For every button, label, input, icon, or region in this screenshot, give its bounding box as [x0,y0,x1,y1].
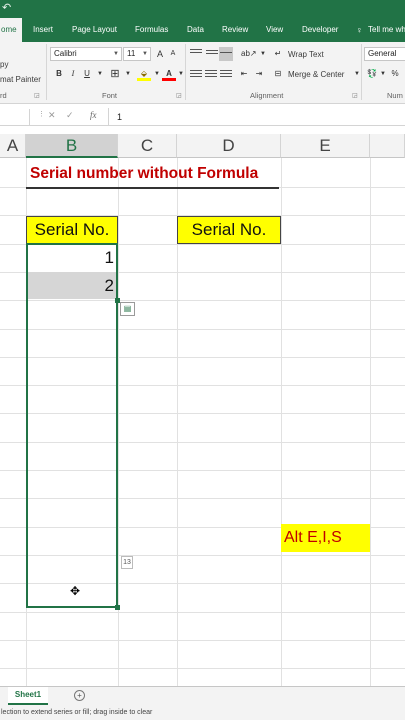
percent-button[interactable]: % [388,67,402,81]
merge-center-button[interactable]: Merge & Center [288,70,344,79]
tab-data[interactable]: Data [187,18,204,42]
chevron-down-icon: ▼ [142,51,148,57]
chevron-down-icon[interactable]: ▼ [93,67,107,81]
number-group-label: Num [387,91,403,100]
divider [185,44,186,100]
tab-page-layout[interactable]: Page Layout [72,18,117,42]
column-header-d[interactable]: D [177,134,281,158]
divider [46,44,47,100]
formula-input[interactable]: 1 [108,108,405,126]
divider [361,44,362,100]
status-bar-text: lection to extend series or fill; drag i… [0,706,405,720]
wrap-text-icon: ↵ [274,49,282,58]
gridline [0,612,405,613]
serial-header-d[interactable]: Serial No. [177,216,281,244]
sheet-tab-bar: Sheet1 + [0,686,405,706]
chevron-down-icon[interactable]: ▼ [121,67,135,81]
top-align-icon[interactable] [190,49,202,59]
middle-align-icon[interactable] [206,50,218,60]
number-format-select[interactable]: General [364,47,405,61]
column-header-b[interactable]: B [26,134,118,158]
title-bar: ↶ [0,0,405,18]
name-box[interactable] [0,109,30,125]
add-sheet-icon[interactable]: + [74,690,85,701]
excel-window: ↶ ome Insert Page Layout Formulas Data R… [0,0,405,720]
borders-icon[interactable]: ⊞ [108,67,122,81]
copy-button[interactable]: py [0,60,8,69]
column-header-c[interactable]: C [118,134,177,158]
chevron-down-icon: ▼ [113,51,119,57]
chevron-down-icon[interactable]: ▼ [256,47,270,61]
shrink-font-button[interactable]: A [166,47,180,61]
lightbulb-icon: ♀ [356,25,363,35]
merge-icon: ⊟ [274,69,282,78]
orientation-icon[interactable]: ab↗ [241,47,257,61]
cell-cursor-icon: ✥ [70,584,81,598]
bold-button[interactable]: B [52,67,66,81]
clipboard-launcher-icon[interactable]: ◲ [34,92,40,99]
align-center-icon[interactable] [205,70,217,80]
tab-review[interactable]: Review [222,18,248,42]
align-right-icon[interactable] [220,70,232,80]
underline-button[interactable]: U [80,67,94,81]
decrease-indent-icon[interactable]: ⇤ [237,67,251,81]
bottom-align-icon[interactable] [219,47,233,61]
grow-font-button[interactable]: A [153,47,167,61]
font-name-select[interactable]: Calibri ▼ [50,47,122,61]
title-border [26,187,279,189]
enter-icon[interactable]: ✓ [66,110,74,121]
font-group-label: Font [102,91,118,100]
ribbon-tabs: ome Insert Page Layout Formulas Data Rev… [0,18,405,42]
increase-indent-icon[interactable]: ⇥ [252,67,266,81]
tab-home[interactable]: ome [0,18,22,42]
font-launcher-icon[interactable]: ◲ [176,92,182,99]
font-name-value: Calibri [54,49,77,58]
wrap-text-button[interactable]: Wrap Text [288,50,324,59]
fill-color-icon[interactable]: ⬙ [137,67,151,81]
tab-developer[interactable]: Developer [302,18,338,42]
gridline [0,668,405,669]
sheet-tab-sheet1[interactable]: Sheet1 [8,687,48,705]
alignment-group-label: Alignment [250,91,284,100]
gridline [370,158,371,686]
insert-function-button[interactable]: fx [90,110,97,120]
selection-range[interactable] [26,243,118,608]
clipboard-group-label: rd [0,91,7,100]
cancel-icon[interactable]: ✕ [48,110,56,121]
align-left-icon[interactable] [190,70,202,80]
italic-button[interactable]: I [66,67,80,81]
sheet-title[interactable]: Serial number without Formula [30,160,258,188]
gridline [0,640,405,641]
tab-insert[interactable]: Insert [33,18,53,42]
tab-formulas[interactable]: Formulas [135,18,168,42]
fill-handle-bottom[interactable] [115,605,120,610]
column-header-e[interactable]: E [281,134,370,158]
column-header-f[interactable] [370,134,405,158]
gridline [281,158,282,686]
tab-view[interactable]: View [266,18,283,42]
column-header-a[interactable]: A [0,134,26,158]
tell-me-search[interactable]: Tell me wh [368,18,405,42]
alignment-launcher-icon[interactable]: ◲ [352,92,358,99]
font-size-value: 11 [127,49,136,58]
font-size-select[interactable]: 11 ▼ [123,47,151,61]
serial-header-b[interactable]: Serial No. [26,216,118,244]
shortcut-note[interactable]: Alt E,I,S [281,524,370,552]
drag-handle-icon[interactable]: ⋮ [38,110,45,118]
fill-count-tooltip: 13 [121,556,133,569]
format-painter-button[interactable]: mat Painter [0,75,41,84]
undo-icon[interactable]: ↶ [2,1,11,14]
ribbon: py mat Painter rd ◲ Calibri ▼ 11 ▼ A A B… [0,42,405,104]
quick-analysis-icon[interactable]: ▤ [120,302,135,316]
formula-bar: ⋮ ✕ ✓ fx 1 [0,108,405,126]
